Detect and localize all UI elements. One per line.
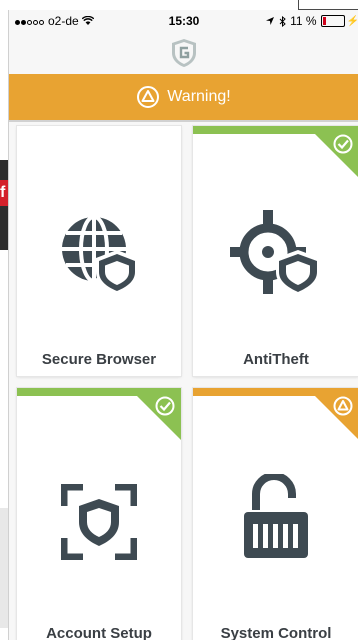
tile-antitheft[interactable]: AntiTheft	[193, 126, 358, 376]
tile-label: AntiTheft	[243, 351, 309, 368]
tile-label: Secure Browser	[41, 351, 157, 368]
warning-label: Warning!	[167, 88, 231, 105]
tile-label: System Control	[220, 625, 332, 640]
globe-shield-icon	[62, 215, 138, 295]
tile-system-control[interactable]: System Control	[193, 388, 358, 640]
tile-account-setup[interactable]: Account Setup	[17, 388, 181, 640]
tile-secure-browser[interactable]: Secure Browser	[17, 126, 181, 376]
warning-icon	[137, 86, 160, 108]
warning-icon	[333, 396, 353, 416]
phone-screen: o2-de 15:30 11 % ⚡ Warning! Secure Brows…	[8, 10, 358, 640]
status-right: 11 % ⚡	[265, 14, 358, 28]
battery-percent: 11 %	[290, 14, 317, 28]
status-bar: o2-de 15:30 11 % ⚡	[9, 10, 358, 32]
check-icon	[333, 134, 353, 154]
unlocked-padlock-icon	[244, 474, 308, 558]
app-logo-icon	[172, 39, 196, 67]
warning-banner[interactable]: Warning!	[9, 74, 358, 122]
location-icon	[266, 17, 275, 25]
target-shield-icon	[230, 210, 320, 296]
tile-label: Account Setup	[46, 625, 152, 640]
app-header	[9, 32, 358, 74]
battery-icon	[320, 15, 345, 27]
charging-icon: ⚡	[346, 15, 358, 27]
bluetooth-icon	[279, 15, 286, 27]
scan-shield-icon	[61, 484, 137, 560]
check-icon	[155, 396, 175, 416]
